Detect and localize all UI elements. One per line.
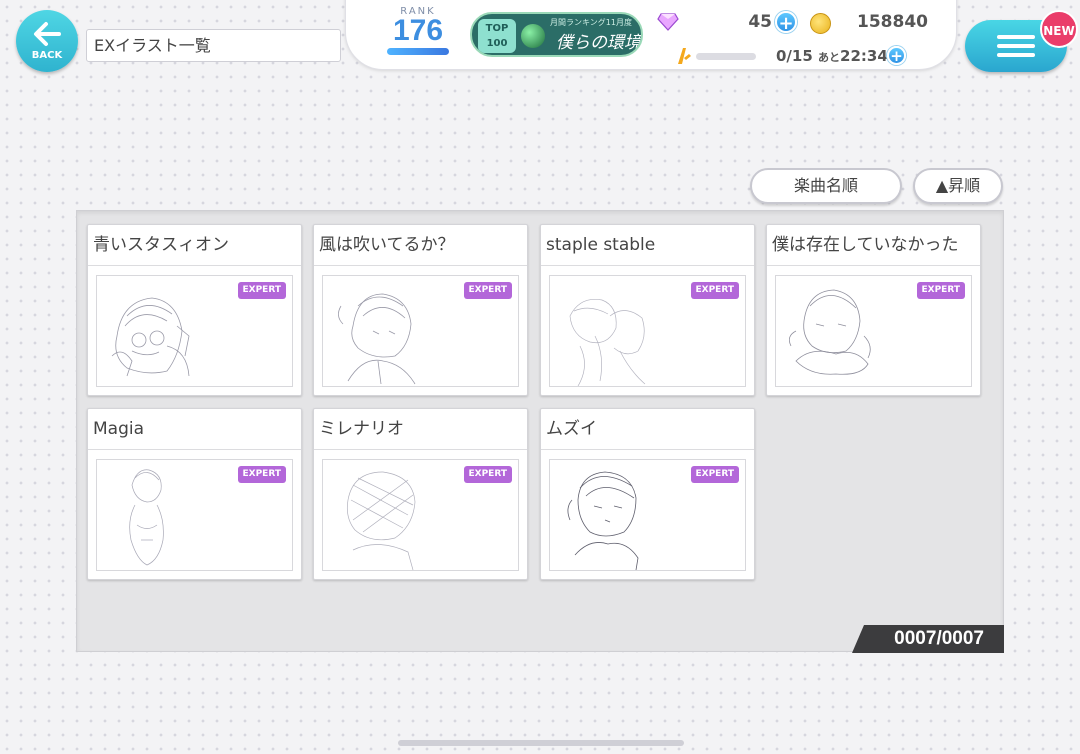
illustration-thumbnail[interactable]: EXPERT xyxy=(322,275,519,387)
illustration-card[interactable]: staple stable EXPERT xyxy=(540,224,755,396)
menu-icon-line xyxy=(997,35,1035,39)
stamina-icon xyxy=(678,48,691,64)
card-title: 青いスタスィオン xyxy=(88,225,301,266)
difficulty-badge: EXPERT xyxy=(916,282,965,299)
event-name: 僕らの環境 xyxy=(556,33,641,53)
stamina-time-prefix: あと xyxy=(818,51,841,64)
illustration-thumbnail[interactable]: EXPERT xyxy=(549,275,746,387)
new-badge: NEW xyxy=(1040,10,1078,48)
difficulty-badge: EXPERT xyxy=(463,466,512,483)
difficulty-badge: EXPERT xyxy=(463,282,512,299)
card-title: ムズイ xyxy=(541,409,754,450)
coin-icon xyxy=(810,13,831,34)
menu-icon-line xyxy=(997,53,1035,57)
difficulty-badge: EXPERT xyxy=(690,282,739,299)
rank-display[interactable]: RANK 176 xyxy=(378,6,458,64)
item-counter: 0007/0007 xyxy=(852,625,1004,653)
stamina-bar xyxy=(696,53,756,60)
illustration-thumbnail[interactable]: EXPERT xyxy=(322,459,519,571)
menu-icon-line xyxy=(997,44,1035,48)
illustration-card[interactable]: ムズイ EXPERT xyxy=(540,408,755,580)
card-title: 風は吹いてるか？ xyxy=(314,225,527,266)
gem-icon xyxy=(657,13,679,31)
card-title: staple stable xyxy=(541,225,754,266)
sort-direction-button[interactable]: ▲昇順 xyxy=(913,168,1003,204)
back-button[interactable]: BACK xyxy=(16,10,78,72)
coin-count: 158840 xyxy=(857,12,928,32)
sort-order-button[interactable]: 楽曲名順 xyxy=(750,168,902,204)
difficulty-badge: EXPERT xyxy=(237,282,286,299)
top100-badge: TOP 100 xyxy=(478,19,516,53)
page-title: EXイラスト一覧 xyxy=(86,29,341,62)
difficulty-badge: EXPERT xyxy=(237,466,286,483)
card-title: ミレナリオ xyxy=(314,409,527,450)
stamina-time: 22:34 xyxy=(840,47,888,65)
event-subtitle: 月間ランキング11月度 xyxy=(550,18,632,27)
rank-progress-bar xyxy=(387,48,449,55)
gem-count: 45 xyxy=(748,12,772,32)
card-title: Magia xyxy=(88,409,301,450)
add-gems-button[interactable]: + xyxy=(775,11,797,34)
illustration-thumbnail[interactable]: EXPERT xyxy=(96,459,293,571)
illustration-card[interactable]: ミレナリオ EXPERT xyxy=(313,408,528,580)
back-label: BACK xyxy=(31,50,63,61)
event-ranking-banner[interactable]: TOP 100 月間ランキング11月度 僕らの環境 xyxy=(470,12,643,57)
illustration-card[interactable]: 青いスタスィオン EXPERT xyxy=(87,224,302,396)
illustration-card[interactable]: Magia EXPERT xyxy=(87,408,302,580)
add-stamina-button[interactable]: + xyxy=(887,46,906,65)
difficulty-badge: EXPERT xyxy=(690,466,739,483)
illustration-card[interactable]: 風は吹いてるか？ EXPERT xyxy=(313,224,528,396)
illustration-card[interactable]: 僕は存在していなかった EXPERT xyxy=(766,224,981,396)
stamina-count: 0/15 xyxy=(776,47,813,65)
illustration-thumbnail[interactable]: EXPERT xyxy=(96,275,293,387)
back-arrow-icon xyxy=(34,22,61,46)
illustration-thumbnail[interactable]: EXPERT xyxy=(775,275,972,387)
card-title: 僕は存在していなかった xyxy=(767,225,980,266)
rank-value: 176 xyxy=(392,14,444,47)
event-orb-icon xyxy=(521,24,545,48)
illustration-thumbnail[interactable]: EXPERT xyxy=(549,459,746,571)
home-indicator xyxy=(398,740,684,746)
stamina-status: 0/15 あと22:34 xyxy=(776,47,888,65)
